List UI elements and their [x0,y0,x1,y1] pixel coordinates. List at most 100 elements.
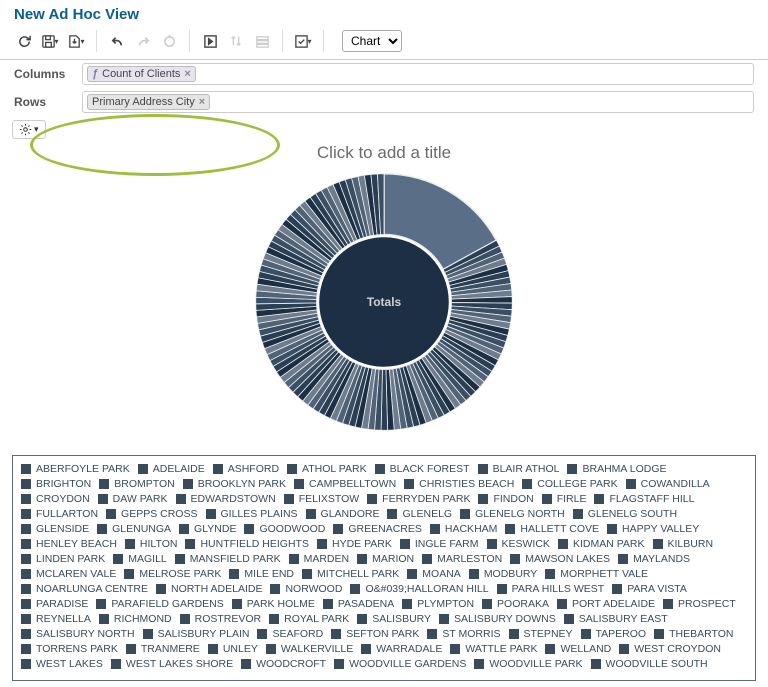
legend-item[interactable]: GLENELG [387,508,452,520]
legend-item[interactable]: WARRADALE [361,643,442,655]
legend-item[interactable]: O&#039;HALLORAN HILL [350,583,488,595]
legend-item[interactable]: WOODVILLE SOUTH [591,658,708,670]
legend-item[interactable]: CAMPBELLTOWN [294,478,396,490]
columns-dropzone[interactable]: ƒ Count of Clients × [82,63,754,85]
legend-item[interactable]: GREENACRES [333,523,422,535]
legend-item[interactable]: GLENSIDE [21,523,89,535]
legend-item[interactable]: MORPHETT VALE [545,568,648,580]
legend-item[interactable]: MOANA [407,568,461,580]
undo-icon[interactable] [105,29,129,53]
legend-item[interactable]: TRANMERE [126,643,200,655]
legend-item[interactable]: MARION [357,553,414,565]
legend-item[interactable]: HENLEY BEACH [21,538,117,550]
rows-dropzone[interactable]: Primary Address City × [82,91,754,113]
legend-item[interactable]: HACKHAM [430,523,498,535]
legend-item[interactable]: INGLE FARM [400,538,479,550]
legend-item[interactable]: POORAKA [482,598,549,610]
legend-item[interactable]: MAYLANDS [618,553,690,565]
legend-item[interactable]: WOODCROFT [241,658,326,670]
legend-item[interactable]: PASADENA [323,598,394,610]
save-icon[interactable]: ▾ [38,29,62,53]
pivot-icon[interactable] [198,29,222,53]
legend-item[interactable]: GLENELG NORTH [460,508,565,520]
legend-item[interactable]: CROYDON [21,493,90,505]
legend-item[interactable]: WEST LAKES [21,658,103,670]
legend-item[interactable]: THEBARTON [654,628,733,640]
legend-item[interactable]: GLYNDE [179,523,236,535]
legend-item[interactable]: FULLARTON [21,508,98,520]
legend-item[interactable]: RICHMOND [99,613,172,625]
legend-item[interactable]: SALISBURY PLAIN [143,628,250,640]
legend-item[interactable]: PARAFIELD GARDENS [96,598,223,610]
legend-item[interactable]: MCLAREN VALE [21,568,116,580]
legend-item[interactable]: MARLESTON [422,553,502,565]
legend-item[interactable]: PARA HILLS WEST [497,583,605,595]
legend-item[interactable]: BRIGHTON [21,478,91,490]
legend-item[interactable]: UNLEY [208,643,258,655]
legend-item[interactable]: SALISBURY DOWNS [439,613,556,625]
legend-item[interactable]: PARADISE [21,598,88,610]
legend-item[interactable]: GLENELG SOUTH [573,508,677,520]
legend-item[interactable]: SALISBURY NORTH [21,628,135,640]
legend-item[interactable]: HYDE PARK [317,538,392,550]
legend-item[interactable]: HAPPY VALLEY [607,523,699,535]
remove-chip-icon[interactable]: × [184,68,190,80]
legend-item[interactable]: MAGILL [113,553,167,565]
legend-item[interactable]: BLACK FOREST [375,463,470,475]
remove-chip-icon[interactable]: × [199,96,205,108]
legend-item[interactable]: MARDEN [289,553,350,565]
legend-item[interactable]: MAWSON LAKES [510,553,610,565]
legend-item[interactable]: KIDMAN PARK [558,538,645,550]
legend-item[interactable]: CHRISTIES BEACH [404,478,514,490]
legend-item[interactable]: SALISBURY [357,613,431,625]
legend-item[interactable]: GOODWOOD [244,523,325,535]
legend-item[interactable]: FINDON [478,493,533,505]
legend-item[interactable]: MITCHELL PARK [302,568,399,580]
legend-item[interactable]: BLAIR ATHOL [478,463,560,475]
legend-item[interactable]: ST MORRIS [427,628,500,640]
legend-item[interactable]: TORRENS PARK [21,643,118,655]
columns-chip[interactable]: ƒ Count of Clients × [87,66,196,82]
legend-item[interactable]: PARK HOLME [232,598,315,610]
legend-item[interactable]: WOODVILLE GARDENS [334,658,466,670]
legend-item[interactable]: BROMPTON [99,478,174,490]
legend-item[interactable]: GLANDORE [306,508,380,520]
legend-item[interactable]: COWANDILLA [626,478,710,490]
legend-item[interactable]: FERRYDEN PARK [367,493,470,505]
legend-item[interactable]: PARA VISTA [612,583,687,595]
legend-item[interactable]: KESWICK [487,538,550,550]
chart-title-placeholder[interactable]: Click to add a title [0,143,768,163]
legend-item[interactable]: WEST LAKES SHORE [111,658,233,670]
options-icon[interactable]: ▾ [291,29,315,53]
pie-chart[interactable]: Totals [249,167,519,437]
chart-settings-button[interactable]: ▾ [12,120,46,139]
legend-item[interactable]: SEFTON PARK [331,628,419,640]
legend-item[interactable]: ASHFORD [213,463,279,475]
legend-item[interactable]: FIRLE [542,493,587,505]
legend-item[interactable]: BROOKLYN PARK [183,478,286,490]
legend-item[interactable]: COLLEGE PARK [522,478,617,490]
legend-item[interactable]: ROSTREVOR [180,613,262,625]
legend-item[interactable]: WATTLE PARK [450,643,537,655]
legend-item[interactable]: PORT ADELAIDE [557,598,655,610]
legend-item[interactable]: WOODVILLE PARK [474,658,582,670]
rows-chip[interactable]: Primary Address City × [87,94,210,110]
legend-item[interactable]: MELROSE PARK [124,568,221,580]
legend-item[interactable]: WEST CROYDON [619,643,721,655]
legend-item[interactable]: MODBURY [469,568,537,580]
legend-item[interactable]: ABERFOYLE PARK [21,463,130,475]
legend-item[interactable]: HALLETT COVE [505,523,599,535]
legend-item[interactable]: MANSFIELD PARK [175,553,281,565]
legend-item[interactable]: NORWOOD [270,583,342,595]
legend-item[interactable]: HILTON [125,538,178,550]
legend-item[interactable]: KILBURN [653,538,714,550]
legend-item[interactable]: DAW PARK [98,493,168,505]
legend-item[interactable]: NOARLUNGA CENTRE [21,583,148,595]
legend-item[interactable]: NORTH ADELAIDE [156,583,262,595]
legend-item[interactable]: SEAFORD [257,628,323,640]
refresh-icon[interactable] [12,29,36,53]
legend-item[interactable]: FLAGSTAFF HILL [594,493,694,505]
legend-item[interactable]: HUNTFIELD HEIGHTS [185,538,309,550]
legend-item[interactable]: REYNELLA [21,613,91,625]
legend-item[interactable]: LINDEN PARK [21,553,105,565]
